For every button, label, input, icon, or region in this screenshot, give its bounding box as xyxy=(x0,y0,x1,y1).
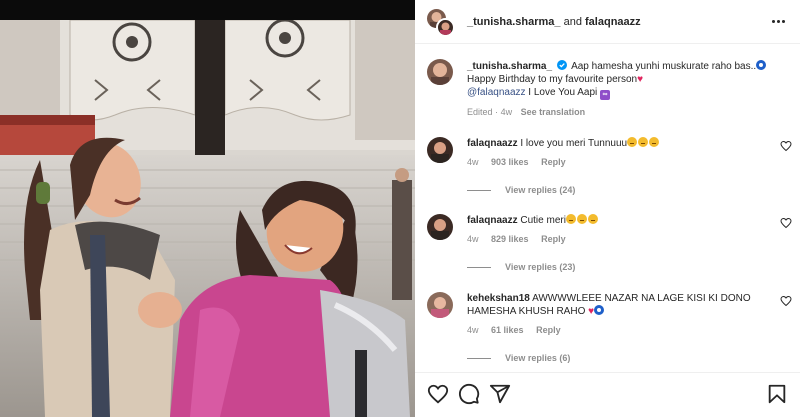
post-details-panel: _tunisha.sharma_ and falaqnaazz _tunisha… xyxy=(415,0,800,417)
comment-time: 4w xyxy=(467,157,479,167)
caption-mention[interactable]: @falaqnaazz xyxy=(467,87,526,98)
smiling-face-emoji-icon xyxy=(627,137,638,147)
comment-time: 4w xyxy=(467,325,479,335)
caption-text-block: _tunisha.sharma_ Aap hamesha yunhi musku… xyxy=(467,60,787,119)
view-replies-button[interactable]: View replies (24) xyxy=(467,185,575,195)
caption-username[interactable]: _tunisha.sharma_ xyxy=(467,61,552,72)
avatar[interactable] xyxy=(427,292,453,318)
avatar[interactable] xyxy=(427,137,453,163)
profile-picture xyxy=(427,59,453,85)
post-header: _tunisha.sharma_ and falaqnaazz xyxy=(415,0,800,44)
comment-like-heart-icon[interactable] xyxy=(780,295,792,307)
like-button[interactable] xyxy=(427,383,449,405)
separator-dot: · xyxy=(495,107,499,117)
red-heart-emoji-icon: ♥ xyxy=(637,74,644,85)
verified-badge-icon xyxy=(556,60,567,70)
see-translation-link[interactable]: See translation xyxy=(521,107,586,117)
heart-icon xyxy=(427,384,449,404)
profile-picture xyxy=(427,214,453,240)
avatar[interactable] xyxy=(427,59,453,85)
share-button[interactable] xyxy=(489,383,511,405)
smiling-face-emoji-icon xyxy=(587,214,598,224)
post-time: 4w xyxy=(500,107,513,117)
comment-likes[interactable]: 61 likes xyxy=(491,325,524,335)
infinity-emoji-icon: ∞ xyxy=(600,90,611,100)
save-button[interactable] xyxy=(766,383,788,405)
comment-body: falaqnaazz I love you meri Tunnuuu 4w 90… xyxy=(467,137,752,169)
comment-text: I love you meri Tunnuuu xyxy=(520,138,628,149)
comment-like-heart-icon[interactable] xyxy=(780,217,792,229)
comment-text: Cutie meri xyxy=(520,215,566,226)
view-replies-button[interactable]: View replies (23) xyxy=(467,262,575,272)
smiling-face-emoji-icon xyxy=(565,214,576,224)
caption-meta: Edited · 4w See translation xyxy=(467,106,787,119)
reply-button[interactable]: Reply xyxy=(536,325,561,335)
post-photo[interactable] xyxy=(0,0,415,417)
collab-avatars[interactable] xyxy=(427,9,455,37)
comment-time: 4w xyxy=(467,234,479,244)
nazar-emoji-icon xyxy=(594,305,605,315)
comment-username[interactable]: kehekshan18 xyxy=(467,293,530,304)
post-actions-bar xyxy=(415,372,800,417)
caption-line-3: I Love You Aapi xyxy=(525,87,598,98)
comment-username[interactable]: falaqnaazz xyxy=(467,138,518,149)
profile-picture xyxy=(427,137,453,163)
edited-label: Edited xyxy=(467,107,493,117)
profile-picture xyxy=(438,20,453,35)
bookmark-icon xyxy=(768,384,786,404)
more-options-icon[interactable] xyxy=(768,14,788,28)
comment-like-heart-icon[interactable] xyxy=(780,140,792,152)
comment-button[interactable] xyxy=(458,383,480,405)
post-authors: _tunisha.sharma_ and falaqnaazz xyxy=(467,16,641,28)
red-heart-emoji-icon: ♥ xyxy=(588,306,595,317)
avatar[interactable] xyxy=(436,18,455,37)
comment-likes[interactable]: 829 likes xyxy=(491,234,529,244)
author-username[interactable]: _tunisha.sharma_ xyxy=(467,16,561,28)
comment-username[interactable]: falaqnaazz xyxy=(467,215,518,226)
author-username[interactable]: falaqnaazz xyxy=(585,16,641,28)
profile-picture xyxy=(427,292,453,318)
comment-meta: 4w 903 likes Reply xyxy=(467,156,752,169)
smiling-face-emoji-icon xyxy=(638,137,649,147)
photo-top-bar xyxy=(0,0,415,20)
smiling-face-emoji-icon xyxy=(576,214,587,224)
authors-conjunction: and xyxy=(560,16,586,28)
comment-meta: 4w 61 likes Reply xyxy=(467,324,752,337)
avatar[interactable] xyxy=(427,214,453,240)
comments-section[interactable]: _tunisha.sharma_ Aap hamesha yunhi musku… xyxy=(415,45,800,371)
comment-likes[interactable]: 903 likes xyxy=(491,157,529,167)
smiling-face-emoji-icon xyxy=(649,137,660,147)
comment-meta: 4w 829 likes Reply xyxy=(467,233,752,246)
nazar-emoji-icon xyxy=(756,60,767,70)
post-image xyxy=(0,20,415,417)
reply-button[interactable]: Reply xyxy=(541,157,566,167)
view-replies-button[interactable]: View replies (6) xyxy=(467,353,570,363)
caption-line-1: Aap hamesha yunhi muskurate raho bas.. xyxy=(571,61,757,72)
share-plane-icon xyxy=(489,384,511,404)
caption-line-2: Happy Birthday to my favourite person xyxy=(467,74,638,85)
reply-button[interactable]: Reply xyxy=(541,234,566,244)
comment-bubble-icon xyxy=(458,383,480,405)
comment-body: falaqnaazz Cutie meri 4w 829 likes Reply xyxy=(467,214,752,246)
comment-body: kehekshan18 AWWWWLEEE NAZAR NA LAGE KISI… xyxy=(467,292,752,337)
